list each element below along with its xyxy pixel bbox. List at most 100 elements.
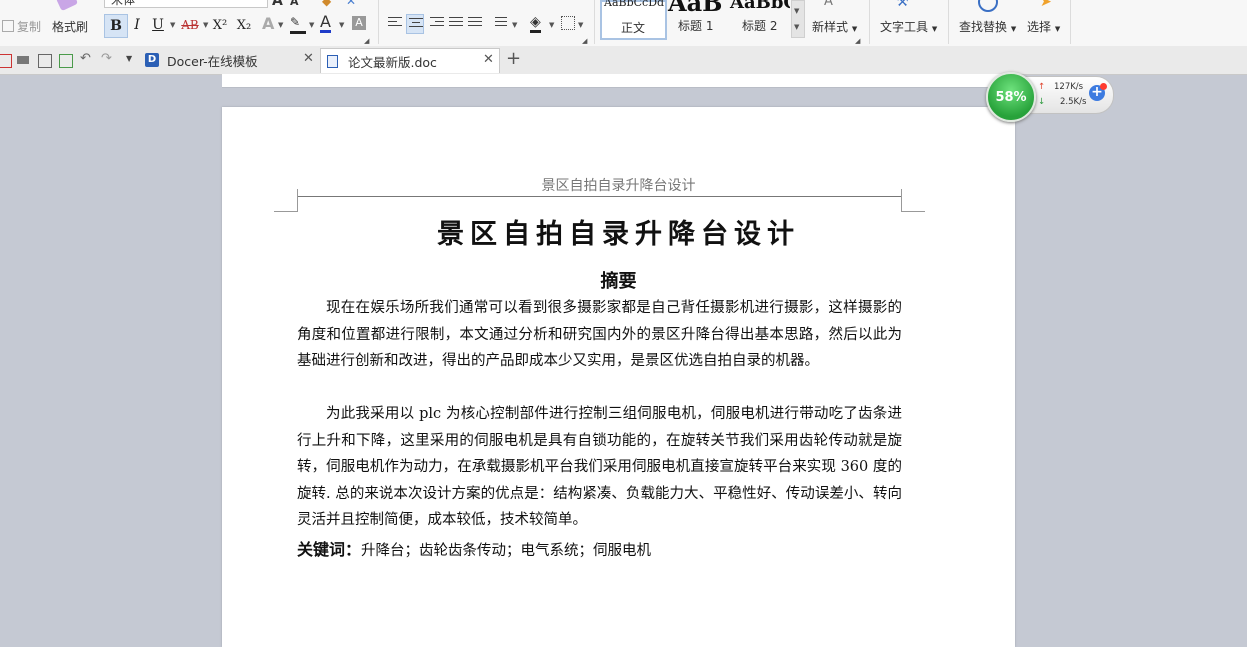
- underline-button[interactable]: U: [149, 14, 167, 36]
- shading-dropdown-icon[interactable]: ▼: [549, 21, 554, 29]
- keywords-label: 关键词：: [297, 540, 362, 559]
- ribbon-separator: [1070, 0, 1071, 44]
- tab-paper-doc[interactable]: 论文最新版.doc ✕: [320, 48, 500, 73]
- notification-dot: [1100, 83, 1107, 90]
- style-gallery-scroll[interactable]: ▼ ▼: [791, 0, 805, 38]
- underline-label: U: [152, 17, 164, 33]
- crop-mark: [901, 189, 902, 211]
- new-style-icon: A: [824, 0, 833, 9]
- copy-icon: [2, 20, 14, 32]
- font-name-value: 宋体: [111, 0, 136, 7]
- line-spacing-icon[interactable]: [495, 17, 509, 31]
- copy-button[interactable]: 复制: [2, 18, 41, 35]
- text-effect-dropdown-icon[interactable]: ▼: [278, 21, 283, 29]
- justify-icon[interactable]: [449, 17, 463, 31]
- gallery-more-icon: ▼: [794, 23, 800, 31]
- find-replace-button[interactable]: 查找替换 ▼: [959, 18, 1016, 35]
- new-tab-icon[interactable]: +: [506, 48, 521, 69]
- keywords-value: 升降台；齿轮齿条传动；电气系统；伺服电机: [361, 543, 652, 559]
- phonetic-icon[interactable]: ✕: [346, 0, 356, 8]
- copy-label: 复制: [17, 20, 42, 34]
- highlight-dropdown-icon[interactable]: ▼: [309, 21, 314, 29]
- bold-button[interactable]: B: [104, 14, 128, 38]
- align-right-icon[interactable]: [430, 17, 444, 31]
- header-line: [298, 196, 901, 197]
- style-normal[interactable]: AaBbCcDd 正文: [600, 0, 667, 40]
- italic-button[interactable]: I: [129, 14, 145, 36]
- document-tab-bar: ↶ ↷ ▼ D Docer-在线模板 ✕ 论文最新版.doc ✕ +: [0, 46, 1247, 75]
- superscript-label: X²: [212, 17, 228, 33]
- superscript-button[interactable]: X²: [210, 14, 230, 36]
- print-icon[interactable]: [17, 56, 29, 64]
- select-label: 选择: [1027, 20, 1052, 34]
- style-heading-2-preview: AaBbC: [730, 0, 790, 13]
- border-dropdown-icon[interactable]: ▼: [578, 21, 583, 29]
- new-style-button[interactable]: 新样式 ▼: [812, 18, 857, 35]
- network-speed-widget[interactable]: 58% ↑ 127K/s ↓ 2.5K/s +: [986, 72, 1114, 122]
- styles-dialog-launcher-icon[interactable]: ◢: [855, 37, 860, 45]
- font-dialog-launcher-icon[interactable]: ◢: [364, 37, 369, 45]
- print-preview-icon[interactable]: [38, 54, 52, 68]
- underline-dropdown-icon[interactable]: ▼: [170, 21, 175, 29]
- font-color-dropdown-icon[interactable]: ▼: [339, 21, 344, 29]
- redo-icon[interactable]: ↷: [101, 51, 112, 66]
- highlight-icon[interactable]: ✎: [290, 15, 306, 34]
- line-spacing-dropdown-icon[interactable]: ▼: [512, 21, 517, 29]
- document-page[interactable]: 景区自拍自录升降台设计 景区自拍自录升降台设计 摘要 现在在娱乐场所我们通常可以…: [222, 107, 1015, 647]
- style-heading-1-label: 标题 1: [678, 19, 714, 33]
- ribbon-separator: [948, 0, 949, 44]
- border-icon[interactable]: [561, 16, 575, 30]
- pdf-icon[interactable]: [0, 54, 12, 68]
- ribbon-toolbar: 复制 格式刷 宋体 A A ◆ ✕ B I U ▼ AB ▼ X² X₂ A ▼…: [0, 0, 1247, 47]
- align-left-icon[interactable]: [388, 17, 402, 31]
- format-painter-button[interactable]: 格式刷: [52, 18, 88, 35]
- keywords-line: 关键词：升降台；齿轮齿条传动；电气系统；伺服电机: [297, 536, 902, 560]
- document-title: 景区自拍自录升降台设计: [437, 219, 800, 250]
- usage-ball[interactable]: 58%: [986, 72, 1036, 122]
- undo-icon[interactable]: ↶: [80, 51, 91, 66]
- style-heading-1[interactable]: AaB 标题 1: [666, 0, 726, 36]
- download-speed: ↓ 2.5K/s: [1038, 97, 1086, 107]
- find-replace-icon: [978, 0, 998, 12]
- distribute-icon[interactable]: [468, 17, 482, 31]
- text-tools-button[interactable]: 文字工具 ▼: [880, 18, 937, 35]
- find-replace-label: 查找替换: [959, 20, 1008, 34]
- select-icon: ➤: [1040, 0, 1052, 10]
- grow-font-icon[interactable]: A: [272, 0, 283, 9]
- italic-label: I: [134, 17, 140, 33]
- strikethrough-button[interactable]: AB: [179, 14, 201, 36]
- font-name-select[interactable]: 宋体: [104, 0, 268, 8]
- review-icon[interactable]: [59, 54, 73, 68]
- align-center-icon[interactable]: [406, 14, 424, 34]
- style-normal-preview: AaBbCcDd: [604, 0, 665, 9]
- close-tab-icon[interactable]: ✕: [303, 51, 314, 66]
- upload-value: 127K/s: [1054, 82, 1084, 92]
- page-header: 景区自拍自录升降台设计: [541, 178, 696, 194]
- new-style-label: 新样式: [812, 20, 849, 34]
- docer-icon: D: [145, 53, 159, 67]
- shrink-font-icon[interactable]: A: [290, 0, 299, 8]
- usage-percent: 58%: [995, 89, 1027, 105]
- format-painter-icon[interactable]: [55, 0, 79, 12]
- close-tab-icon[interactable]: ✕: [483, 52, 494, 67]
- bold-label: B: [110, 18, 122, 34]
- doc-file-icon: [327, 54, 338, 68]
- tab-docer-label: Docer-在线模板: [167, 53, 258, 69]
- style-heading-2[interactable]: AaBbC 标题 2: [728, 0, 790, 36]
- quick-access-dropdown-icon[interactable]: ▼: [126, 54, 132, 63]
- style-heading-1-preview: AaB: [668, 0, 723, 17]
- char-shading-icon[interactable]: A: [352, 16, 366, 30]
- upload-speed: ↑ 127K/s: [1038, 82, 1084, 92]
- clear-format-icon[interactable]: ◆: [322, 0, 331, 8]
- tab-paper-label: 论文最新版.doc: [348, 54, 437, 70]
- subscript-button[interactable]: X₂: [234, 14, 254, 36]
- paragraph-dialog-launcher-icon[interactable]: ◢: [582, 37, 587, 45]
- ribbon-separator: [594, 0, 595, 44]
- text-effect-icon[interactable]: A: [262, 14, 274, 33]
- tab-docer-templates[interactable]: D Docer-在线模板 ✕: [141, 48, 319, 72]
- font-color-icon[interactable]: A: [320, 13, 331, 33]
- text-tools-icon: ⚒: [896, 0, 909, 10]
- shading-icon[interactable]: ◈: [530, 14, 541, 33]
- strike-dropdown-icon[interactable]: ▼: [203, 21, 208, 29]
- select-button[interactable]: 选择 ▼: [1027, 18, 1060, 35]
